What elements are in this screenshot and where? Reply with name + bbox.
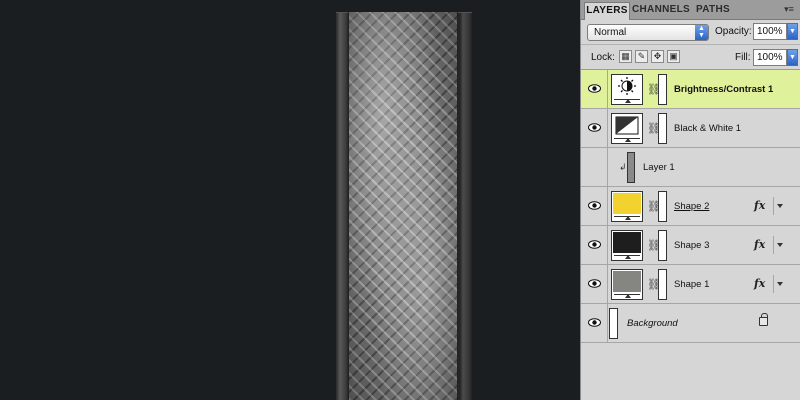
expand-effects-icon[interactable] (773, 275, 785, 293)
layer-name: Brightness/Contrast 1 (674, 84, 774, 95)
chain-link-icon: ⛓ (647, 240, 661, 252)
shape-color-swatch (613, 232, 641, 253)
visibility-toggle[interactable] (581, 226, 608, 264)
eye-icon (588, 318, 601, 327)
layer-name: Shape 2 (674, 201, 710, 212)
layer-row-shape-2[interactable]: ⛓ Shape 2 fx (581, 187, 800, 226)
layer-row-background[interactable]: Background (581, 304, 800, 343)
layer-row-shape-3[interactable]: ⛓ Shape 3 fx (581, 226, 800, 265)
black-white-icon (615, 116, 639, 135)
adjustment-slider-icon (614, 99, 640, 103)
photoshop-workspace: LAYERS CHANNELS PATHS ▾≡ Normal ▲ ▼ Opaci… (0, 0, 800, 400)
lock-position-move-icon[interactable]: ✥ (651, 50, 664, 63)
lock-all-icon[interactable]: ▣ (667, 50, 680, 63)
layer-row-brightness-contrast[interactable]: ⛓ Brightness/Contrast 1 (581, 70, 800, 109)
layer-name: Layer 1 (643, 162, 675, 173)
blend-mode-select[interactable]: Normal ▲ ▼ (587, 24, 709, 41)
visibility-toggle[interactable] (581, 187, 608, 225)
chain-link-icon: ⛓ (647, 279, 661, 291)
shape-color-swatch (613, 193, 641, 214)
visibility-toggle[interactable] (581, 304, 608, 342)
visibility-toggle[interactable] (581, 148, 608, 186)
fill-dropdown-icon[interactable]: ▼ (787, 49, 798, 66)
opacity-label: Opacity: (715, 26, 752, 37)
layer-mask-thumbnail[interactable] (658, 113, 667, 144)
eye-icon (588, 201, 601, 210)
tab-layers[interactable]: LAYERS (584, 2, 630, 20)
layer-mask-thumbnail[interactable] (658, 74, 667, 105)
layer-name: Black & White 1 (674, 123, 742, 134)
panel-menu-icon[interactable]: ▾≡ (781, 3, 797, 15)
adjustment-slider-icon (614, 138, 640, 142)
tab-paths[interactable]: PATHS (693, 2, 733, 20)
shape-slider-icon (614, 216, 640, 220)
blend-mode-value: Normal (594, 27, 627, 38)
lock-label: Lock: (591, 52, 615, 63)
layer-row-layer-1[interactable]: ↲ Layer 1 (581, 148, 800, 187)
clipping-arrow-icon: ↲ (619, 162, 627, 172)
fill-input[interactable]: 100% (753, 49, 787, 66)
select-arrows-icon: ▲ ▼ (695, 25, 708, 40)
chain-link-icon: ⛓ (647, 123, 661, 135)
expand-effects-icon[interactable] (773, 197, 785, 215)
layers-list: ⛓ Brightness/Contrast 1 ⛓ Black & White … (581, 70, 800, 400)
opacity-input[interactable]: 100% (753, 23, 787, 40)
fx-icon[interactable]: fx (754, 277, 765, 290)
eye-icon (588, 240, 601, 249)
adjustment-thumbnail[interactable] (611, 113, 643, 144)
panel-tab-bar: LAYERS CHANNELS PATHS ▾≡ (581, 0, 800, 20)
lock-transparent-icon[interactable]: ▦ (619, 50, 632, 63)
chain-link-icon: ⛓ (647, 84, 661, 96)
shape-slider-icon (614, 255, 640, 259)
eye-icon (588, 84, 601, 93)
lock-image-brush-icon[interactable]: ✎ (635, 50, 648, 63)
layer-name: Background (627, 318, 678, 329)
layer-name: Shape 1 (674, 279, 710, 290)
layer-name: Shape 3 (674, 240, 710, 251)
visibility-toggle[interactable] (581, 109, 608, 147)
chain-link-icon: ⛓ (647, 201, 661, 213)
visibility-toggle[interactable] (581, 265, 608, 303)
fill-label: Fill: (735, 52, 751, 63)
shape-thumbnail[interactable] (611, 191, 643, 222)
layer-row-shape-1[interactable]: ⛓ Shape 1 fx (581, 265, 800, 304)
lock-icon (759, 313, 768, 326)
eye-icon (588, 279, 601, 288)
layers-panel: LAYERS CHANNELS PATHS ▾≡ Normal ▲ ▼ Opaci… (580, 0, 800, 400)
shape-thumbnail[interactable] (611, 230, 643, 261)
vector-mask-thumbnail[interactable] (658, 269, 667, 300)
eye-icon (588, 123, 601, 132)
visibility-toggle[interactable] (581, 70, 608, 108)
shape-slider-icon (614, 294, 640, 298)
shape-color-swatch (613, 271, 641, 292)
brightness-sun-icon (618, 77, 636, 95)
opacity-dropdown-icon[interactable]: ▼ (787, 23, 798, 40)
document-canvas[interactable] (0, 0, 580, 400)
shape-thumbnail[interactable] (611, 269, 643, 300)
vector-mask-thumbnail[interactable] (658, 230, 667, 261)
fx-icon[interactable]: fx (754, 238, 765, 251)
diamond-plate-texture (348, 12, 458, 400)
expand-effects-icon[interactable] (773, 236, 785, 254)
fx-icon[interactable]: fx (754, 199, 765, 212)
tab-channels[interactable]: CHANNELS (632, 2, 690, 20)
vector-mask-thumbnail[interactable] (658, 191, 667, 222)
adjustment-thumbnail[interactable] (611, 74, 643, 105)
background-thumbnail[interactable] (609, 308, 618, 339)
layer-row-black-white[interactable]: ⛓ Black & White 1 (581, 109, 800, 148)
layer-thumbnail[interactable] (627, 152, 635, 183)
